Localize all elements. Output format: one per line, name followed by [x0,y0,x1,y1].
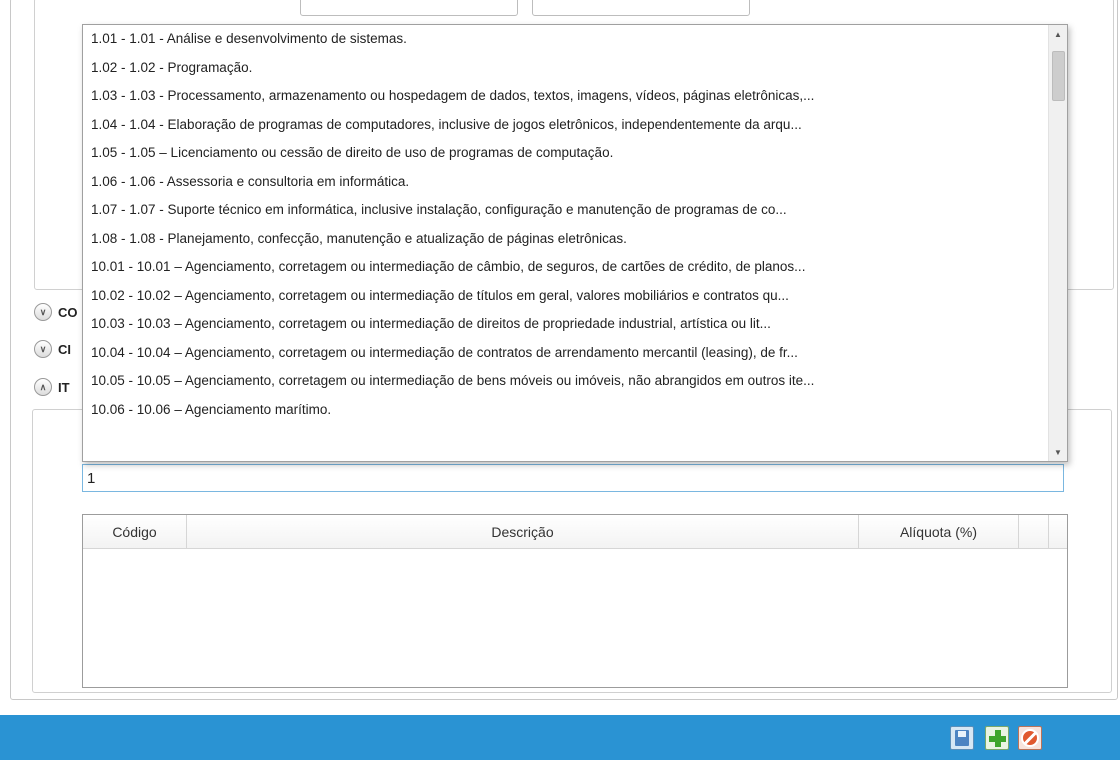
scroll-down-arrow-icon[interactable]: ▼ [1049,443,1067,461]
chevron-down-icon[interactable]: ∨ [34,340,52,358]
column-header-extra [1019,515,1049,548]
chevron-down-icon[interactable]: ∨ [34,303,52,321]
chevron-up-icon[interactable]: ∧ [34,378,52,396]
dropdown-item[interactable]: 1.04 - 1.04 - Elaboração de programas de… [83,111,1049,140]
expander-section-items[interactable]: ∧ IT [34,375,70,399]
dropdown-item[interactable]: 1.05 - 1.05 – Licenciamento ou cessão de… [83,139,1049,168]
column-header-code[interactable]: Código [83,515,187,548]
expander-label: IT [58,379,70,395]
dropdown-item[interactable]: 10.06 - 10.06 – Agenciamento marítimo. [83,396,1049,425]
save-button[interactable] [950,726,974,750]
add-button[interactable] [985,726,1009,750]
cancel-button[interactable] [1018,726,1042,750]
dropdown-item[interactable]: 1.07 - 1.07 - Suporte técnico em informá… [83,196,1049,225]
service-search-input[interactable] [82,464,1064,492]
expander-section-2[interactable]: ∨ CI [34,337,71,361]
dropdown-item[interactable]: 10.03 - 10.03 – Agenciamento, corretagem… [83,310,1049,339]
dropdown-items: 1.01 - 1.01 - Análise e desenvolvimento … [83,25,1049,461]
expander-label: CI [58,341,71,357]
dropdown-item[interactable]: 1.02 - 1.02 - Programação. [83,54,1049,83]
dropdown-item[interactable]: 1.01 - 1.01 - Análise e desenvolvimento … [83,25,1049,54]
top-fields [300,0,750,16]
service-dropdown-list[interactable]: 1.01 - 1.01 - Análise e desenvolvimento … [82,24,1068,462]
scroll-up-arrow-icon[interactable]: ▲ [1049,25,1067,43]
dropdown-item[interactable]: 10.01 - 10.01 – Agenciamento, corretagem… [83,253,1049,282]
table-header: Código Descrição Alíquota (%) [83,515,1067,549]
dropdown-item[interactable]: 10.04 - 10.04 – Agenciamento, corretagem… [83,339,1049,368]
dropdown-item[interactable]: 1.03 - 1.03 - Processamento, armazenamen… [83,82,1049,111]
top-field-left[interactable] [300,0,518,16]
top-field-right[interactable] [532,0,750,16]
dropdown-item[interactable]: 1.08 - 1.08 - Planejamento, confecção, m… [83,225,1049,254]
column-header-description[interactable]: Descrição [187,515,859,548]
dropdown-item[interactable]: 10.02 - 10.02 – Agenciamento, corretagem… [83,282,1049,311]
dropdown-item[interactable]: 1.06 - 1.06 - Assessoria e consultoria e… [83,168,1049,197]
dropdown-scrollbar[interactable]: ▲ ▼ [1048,25,1067,461]
items-table: Código Descrição Alíquota (%) [82,514,1068,688]
column-header-rate[interactable]: Alíquota (%) [859,515,1019,548]
footer-toolbar [0,715,1120,760]
scroll-thumb[interactable] [1052,51,1065,101]
expander-section-1[interactable]: ∨ CO [34,300,78,324]
dropdown-item[interactable]: 10.05 - 10.05 – Agenciamento, corretagem… [83,367,1049,396]
expander-label: CO [58,304,78,320]
